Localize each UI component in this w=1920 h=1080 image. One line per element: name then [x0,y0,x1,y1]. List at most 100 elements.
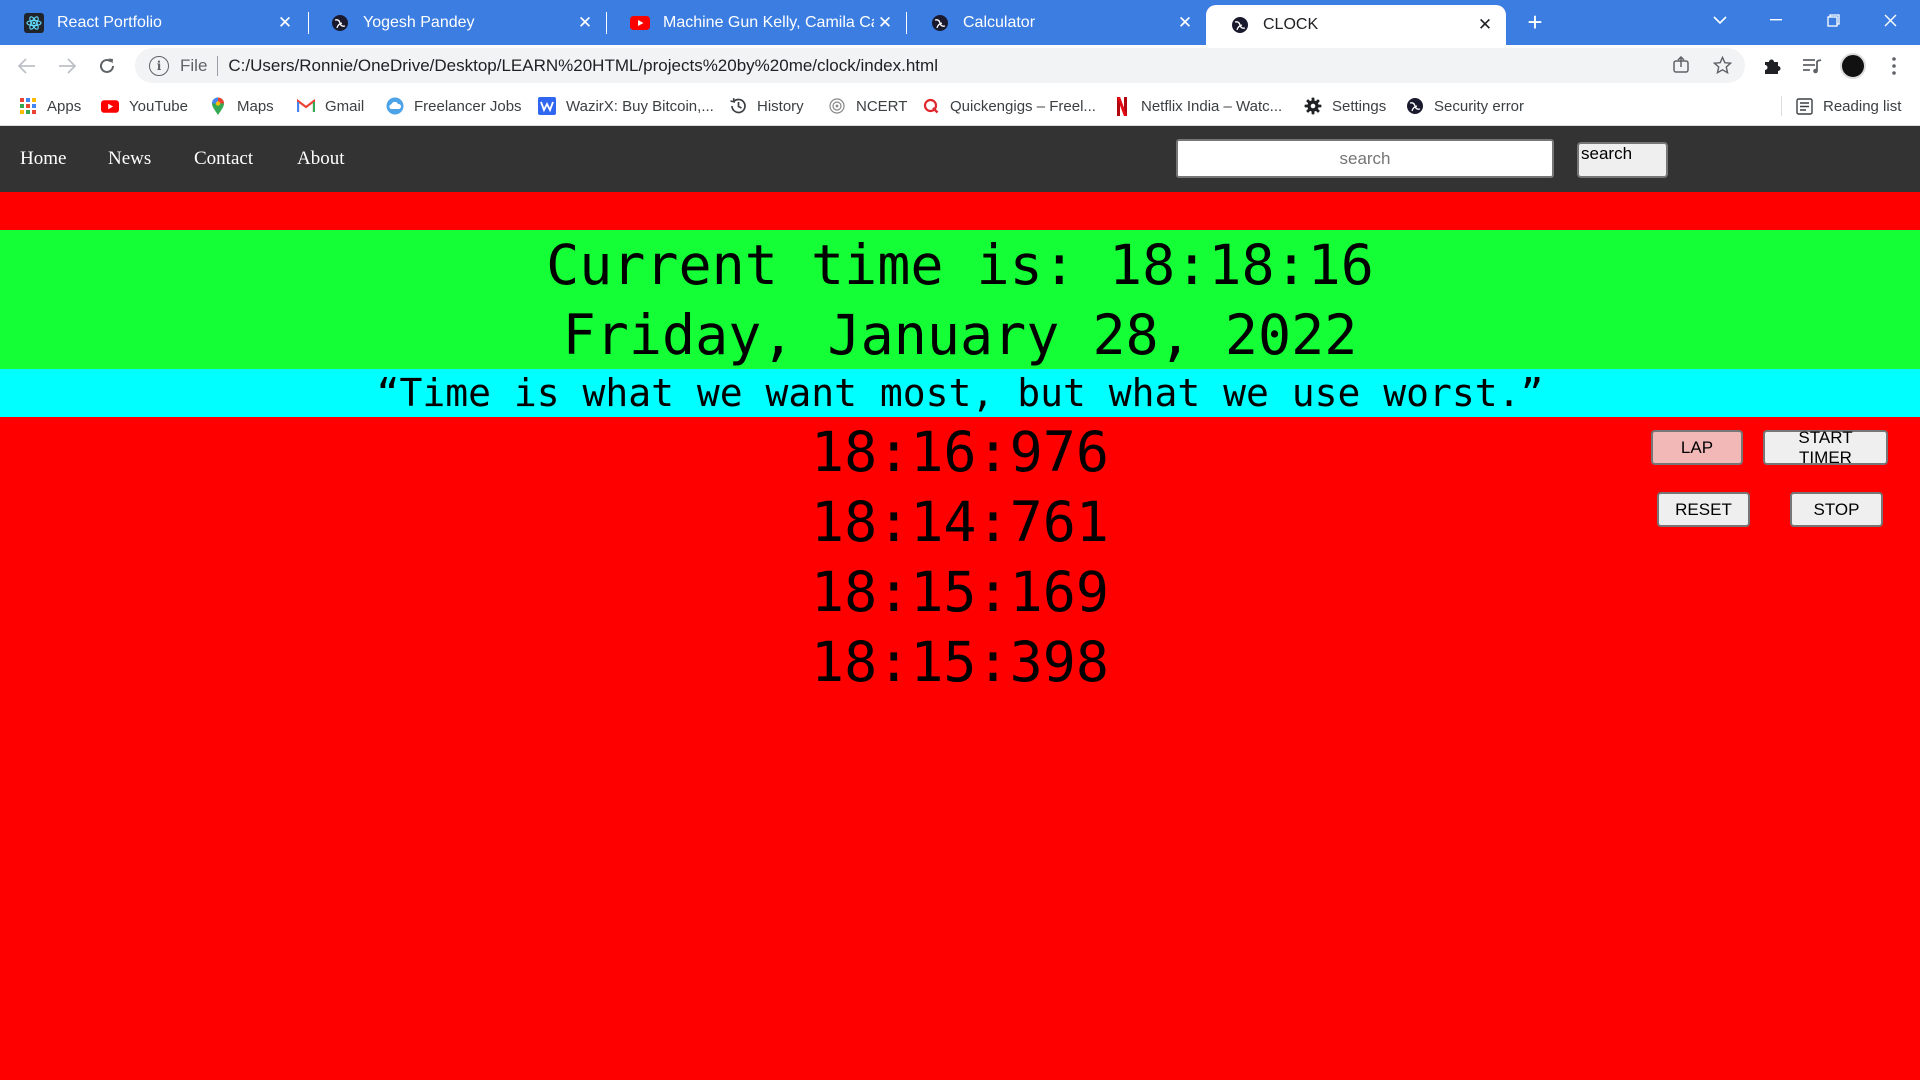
bookmark-label: Quickengigs – Freel... [950,97,1096,115]
search-button[interactable]: search [1577,142,1668,178]
tab-title: Yogesh Pandey [363,13,475,31]
media-queue-icon[interactable] [1797,51,1827,81]
tab-react-portfolio[interactable]: React Portfolio ✕ [0,0,306,45]
reset-button[interactable]: RESET [1657,492,1750,527]
tab-machine-gun-kelly[interactable]: Machine Gun Kelly, Camila Cabel ✕ [606,0,906,45]
quote-text: “Time is what we want most, but what we … [376,371,1544,415]
url-text[interactable]: C:/Users/Ronnie/OneDrive/Desktop/LEARN%2… [228,56,938,76]
history-icon [729,97,747,115]
cloud-icon [386,97,404,115]
minimize-icon[interactable] [1748,0,1804,40]
bookmark-label: Maps [237,97,274,115]
share-icon[interactable] [1667,51,1695,79]
tab-clock-active[interactable]: CLOCK ✕ [1206,5,1506,45]
reading-list-label: Reading list [1823,97,1902,115]
bookmark-label: YouTube [129,97,188,115]
profile-avatar[interactable] [1838,51,1868,81]
bookmark-security-error[interactable]: Security error [1406,86,1524,126]
quote-banner: “Time is what we want most, but what we … [0,369,1920,417]
react-icon [24,12,44,33]
globe-icon [1230,15,1250,35]
bookmark-label: Gmail [325,97,365,115]
globe-icon [1406,97,1424,115]
bookmark-settings[interactable]: Settings [1304,86,1386,126]
bookmark-history[interactable]: History [729,86,804,126]
nav-news-link[interactable]: News [108,126,151,192]
file-scheme-label: File [180,55,208,75]
gmail-icon [297,97,315,115]
youtube-icon [101,97,119,115]
forward-arrow-icon[interactable] [53,52,81,80]
lap-time: 18:16:976 [810,420,1109,484]
gear-icon [1304,97,1322,115]
bookmark-wazirx[interactable]: WazirX: Buy Bitcoin,... [538,86,714,126]
start-timer-button[interactable]: START TIMER [1763,428,1888,467]
restore-window-icon[interactable] [1805,0,1861,40]
bookmarks-bar: Apps YouTube Maps Gmail Freelancer Jobs … [0,86,1920,126]
tab-title: Machine Gun Kelly, Camila Cabel [663,13,874,31]
netflix-icon [1113,96,1131,116]
current-time-display: Current time is: 18:18:16 [546,233,1374,297]
close-tab-icon[interactable]: ✕ [874,13,896,33]
bookmark-label: WazirX: Buy Bitcoin,... [566,97,714,115]
tab-title: CLOCK [1263,16,1319,33]
bookmark-label: History [757,97,804,115]
site-navbar: Home News Contact About search [0,126,1920,192]
bookmark-label: NCERT [856,97,908,115]
site-info-icon[interactable]: i [149,55,169,76]
browser-toolbar: i File C:/Users/Ronnie/OneDrive/Desktop/… [0,45,1920,86]
stop-button[interactable]: STOP [1790,492,1883,527]
tab-search-chevron-icon[interactable] [1692,0,1748,40]
maps-pin-icon [209,97,227,115]
tab-title: React Portfolio [57,13,162,31]
current-date-display: Friday, January 28, 2022 [562,303,1358,367]
close-window-icon[interactable] [1862,0,1918,40]
nav-about-link[interactable]: About [297,126,345,192]
avatar [1840,53,1866,79]
bookmark-apps[interactable]: Apps [19,86,81,126]
youtube-icon [630,13,650,33]
address-divider [217,55,219,76]
close-tab-icon[interactable]: ✕ [1174,13,1196,33]
quickengigs-icon [922,97,940,115]
address-bar[interactable]: i File C:/Users/Ronnie/OneDrive/Desktop/… [135,48,1745,83]
bookmark-quickengigs[interactable]: Quickengigs – Freel... [922,86,1096,126]
bookmark-label: Freelancer Jobs [414,97,522,115]
globe-icon [930,13,950,33]
ncert-icon [828,97,846,115]
reading-list-icon [1795,97,1813,115]
tab-yogesh-pandey[interactable]: Yogesh Pandey ✕ [306,0,606,45]
nav-home-link[interactable]: Home [20,126,66,192]
tab-title: Calculator [963,13,1036,31]
bookmark-label: Security error [1434,97,1525,115]
bookmark-ncert[interactable]: NCERT [828,86,907,126]
search-input[interactable] [1176,139,1554,178]
bookmark-freelancer-jobs[interactable]: Freelancer Jobs [386,86,522,126]
lap-time: 18:15:398 [810,630,1109,694]
new-tab-plus-icon[interactable]: + [1520,7,1550,37]
bookmark-youtube[interactable]: YouTube [101,86,188,126]
lap-time: 18:14:761 [810,490,1109,554]
page-content: Home News Contact About search Current t… [0,126,1920,1080]
bookmark-label: Apps [47,97,82,115]
bookmark-gmail[interactable]: Gmail [297,86,364,126]
bookmark-label: Netflix India – Watc... [1141,97,1283,115]
bookmark-netflix[interactable]: Netflix India – Watc... [1113,86,1282,126]
lap-button[interactable]: LAP [1651,430,1743,465]
back-arrow-icon[interactable] [13,52,41,80]
reading-list-button[interactable]: Reading list [1795,86,1901,126]
bookmarks-divider [1781,96,1782,116]
more-menu-icon[interactable] [1879,51,1909,81]
bookmark-star-icon[interactable] [1708,51,1736,79]
bookmark-maps[interactable]: Maps [209,86,274,126]
wazirx-icon [538,97,556,115]
tab-calculator[interactable]: Calculator ✕ [906,0,1206,45]
nav-contact-link[interactable]: Contact [194,126,253,192]
extensions-puzzle-icon[interactable] [1757,51,1787,81]
reload-icon[interactable] [93,52,121,80]
bookmark-label: Settings [1332,97,1387,115]
lap-time: 18:15:169 [810,560,1109,624]
close-tab-icon[interactable]: ✕ [574,13,596,33]
close-tab-icon[interactable]: ✕ [1474,15,1496,35]
close-tab-icon[interactable]: ✕ [274,13,296,33]
